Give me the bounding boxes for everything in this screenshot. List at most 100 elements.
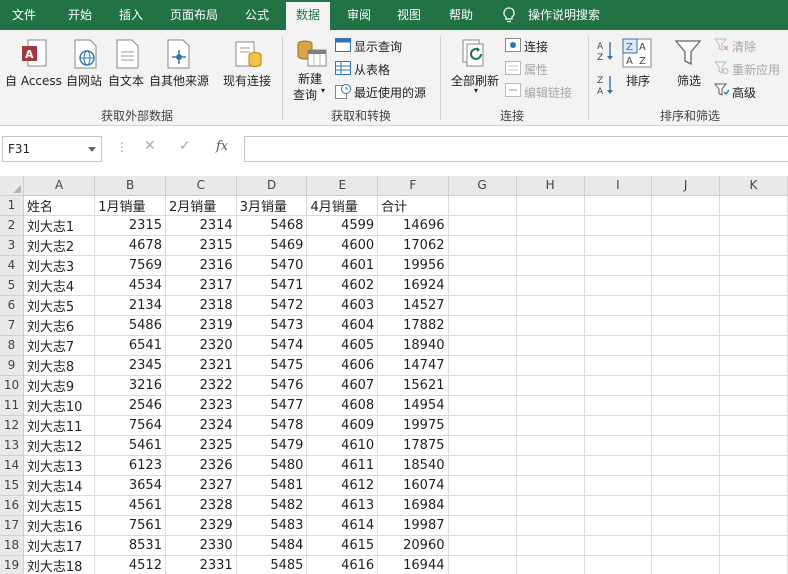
cell[interactable] [719,435,788,456]
cell[interactable] [584,475,653,496]
cell[interactable] [719,555,788,574]
row-header[interactable]: 12 [0,415,24,436]
tab-review[interactable]: 审阅 [347,0,371,30]
cell[interactable]: 4599 [306,215,379,236]
row-header[interactable]: 7 [0,315,24,336]
cell[interactable] [448,395,517,416]
cell[interactable] [719,215,788,236]
cell[interactable]: 5461 [94,435,166,456]
cell[interactable] [448,455,517,476]
cell[interactable] [584,215,653,236]
cell[interactable] [584,195,653,216]
cell[interactable]: 16074 [377,475,449,496]
cell[interactable] [516,335,585,356]
cell[interactable] [719,535,788,556]
cell[interactable]: 17875 [377,435,449,456]
cell[interactable]: 3月销量 [236,195,308,216]
cell[interactable]: 16944 [377,555,449,574]
row-header[interactable]: 17 [0,515,24,536]
cell[interactable]: 4611 [306,455,379,476]
cell[interactable]: 2323 [165,395,237,416]
cell[interactable]: 刘大志13 [23,455,96,476]
cell[interactable] [584,515,653,536]
cell[interactable]: 2546 [94,395,166,416]
cell[interactable] [448,235,517,256]
cell[interactable]: 4610 [306,435,379,456]
cell[interactable] [448,315,517,336]
cell[interactable] [516,275,585,296]
row-header[interactable]: 19 [0,555,24,574]
cell[interactable] [516,455,585,476]
cell[interactable]: 刘大志4 [23,275,96,296]
cell[interactable] [651,335,720,356]
cell[interactable]: 2318 [165,295,237,316]
cell[interactable]: 4603 [306,295,379,316]
cell[interactable]: 4534 [94,275,166,296]
cell[interactable] [448,195,517,216]
cancel-icon[interactable]: ✕ [144,138,156,154]
cell[interactable] [584,275,653,296]
cell[interactable] [516,535,585,556]
cell[interactable]: 2326 [165,455,237,476]
cell[interactable] [719,355,788,376]
cell[interactable]: 2319 [165,315,237,336]
cell[interactable] [651,395,720,416]
cell[interactable]: 刘大志3 [23,255,96,276]
cell[interactable] [448,555,517,574]
cell[interactable] [584,535,653,556]
cell[interactable] [448,355,517,376]
cell[interactable]: 18940 [377,335,449,356]
cell[interactable] [719,295,788,316]
cell[interactable]: 4606 [306,355,379,376]
cell[interactable]: 7561 [94,515,166,536]
cell[interactable]: 2134 [94,295,166,316]
cell[interactable] [719,235,788,256]
cell[interactable]: 7569 [94,255,166,276]
formula-input[interactable] [244,136,788,162]
cell[interactable]: 刘大志5 [23,295,96,316]
enter-icon[interactable]: ✓ [179,138,191,154]
cell[interactable]: 5484 [236,535,308,556]
cell[interactable]: 5476 [236,375,308,396]
cell[interactable] [448,435,517,456]
cell[interactable]: 4604 [306,315,379,336]
cell[interactable] [651,435,720,456]
cell[interactable] [651,315,720,336]
cell[interactable] [651,475,720,496]
cell[interactable]: 17062 [377,235,449,256]
cell[interactable]: 14527 [377,295,449,316]
select-all-corner[interactable] [0,176,24,196]
cell[interactable]: 2317 [165,275,237,296]
cell[interactable]: 4月销量 [306,195,379,216]
row-header[interactable]: 3 [0,235,24,256]
cell[interactable]: 5479 [236,435,308,456]
row-header[interactable]: 1 [0,195,24,216]
cell[interactable]: 4602 [306,275,379,296]
cell[interactable] [719,455,788,476]
cell[interactable]: 刘大志11 [23,415,96,436]
cell[interactable]: 6541 [94,335,166,356]
cell[interactable] [584,375,653,396]
cell[interactable]: 5480 [236,455,308,476]
cell[interactable]: 5485 [236,555,308,574]
cell[interactable] [719,415,788,436]
cell[interactable]: 4609 [306,415,379,436]
cell[interactable]: 16984 [377,495,449,516]
cell[interactable]: 刘大志12 [23,435,96,456]
cell[interactable] [448,375,517,396]
cell[interactable] [584,555,653,574]
cell[interactable] [584,415,653,436]
cell[interactable] [651,415,720,436]
cell[interactable]: 刘大志10 [23,395,96,416]
cell[interactable]: 5478 [236,415,308,436]
cell[interactable]: 4601 [306,255,379,276]
cell[interactable] [516,255,585,276]
tab-help[interactable]: 帮助 [449,0,473,30]
cell[interactable]: 8531 [94,535,166,556]
cell[interactable] [719,275,788,296]
cell[interactable]: 5482 [236,495,308,516]
cell[interactable]: 20960 [377,535,449,556]
cell[interactable] [651,375,720,396]
column-header[interactable]: B [94,176,166,196]
cell[interactable]: 5469 [236,235,308,256]
